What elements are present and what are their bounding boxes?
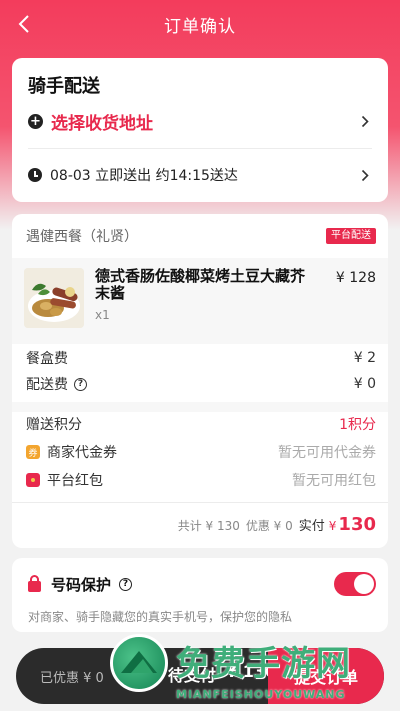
box-fee-row: 餐盒费 ¥ 2 bbox=[26, 348, 376, 368]
points-value: 1积分 bbox=[339, 417, 376, 433]
merchant-coupon-label-group: 券 商家代金券 bbox=[26, 442, 117, 462]
red-packet-label-group: 平台红包 bbox=[26, 470, 103, 490]
clock-icon bbox=[28, 168, 42, 182]
back-arrow-icon bbox=[18, 15, 29, 33]
merchant-coupon-label: 商家代金券 bbox=[47, 445, 117, 461]
food-image bbox=[24, 268, 84, 328]
lock-icon bbox=[28, 575, 41, 592]
order-summary: 共计 ¥ 130 优惠 ¥ 0 实付 ¥ 130 bbox=[172, 514, 376, 536]
actual-pay-value: 130 bbox=[338, 514, 376, 535]
actual-pay-label: 实付 bbox=[298, 519, 325, 534]
top-bar: 订单确认 bbox=[0, 0, 400, 48]
store-name: 遇健西餐（礼贤） bbox=[26, 229, 138, 245]
box-fee-value: ¥ 2 bbox=[353, 350, 376, 366]
red-packet-icon bbox=[26, 473, 40, 487]
saved-amount: 已优惠 ¥ 0 bbox=[40, 671, 104, 686]
back-button[interactable] bbox=[10, 10, 38, 38]
section-gap bbox=[12, 402, 388, 412]
delivery-fee-row: 配送费 ? ¥ 0 bbox=[26, 374, 376, 394]
privacy-description: 对商家、骑手隐藏您的真实手机号，保护您的隐私 bbox=[28, 610, 293, 624]
item-name: 德式香肠佐酸椰菜烤土豆大藏芥末酱 bbox=[95, 267, 306, 302]
actual-pay-currency: ¥ bbox=[328, 519, 337, 533]
points-label: 赠送积分 bbox=[26, 417, 82, 433]
checkout-bar: 已优惠 ¥ 0 待支付 ¥ 130 提交订单 bbox=[16, 648, 384, 704]
delivery-title: 骑手配送 bbox=[28, 76, 100, 97]
red-packet-row[interactable]: 平台红包 暂无可用红包 bbox=[26, 470, 376, 490]
points-row: 赠送积分 1积分 bbox=[26, 414, 376, 434]
delivery-fee-label-group: 配送费 ? bbox=[26, 374, 87, 394]
privacy-toggle[interactable] bbox=[334, 572, 376, 596]
discount-amount: 优惠 ¥ 0 bbox=[245, 519, 293, 533]
delivery-fee-label: 配送费 bbox=[26, 377, 68, 393]
chevron-right-icon bbox=[358, 168, 372, 182]
privacy-title-group: 号码保护 ? bbox=[28, 574, 133, 595]
platform-delivery-badge: 平台配送 bbox=[326, 228, 376, 244]
plus-icon: + bbox=[28, 113, 43, 129]
red-packet-label: 平台红包 bbox=[47, 473, 103, 489]
help-icon[interactable]: ? bbox=[74, 377, 87, 391]
order-card: 遇健西餐（礼贤） 平台配送 德式香肠佐酸椰菜烤土豆大藏芥末酱 x1 ¥ 128 … bbox=[12, 214, 388, 548]
divider bbox=[28, 148, 372, 149]
delivery-time-text: 08-03 立即送出 约14:15送达 bbox=[50, 168, 238, 184]
toggle-knob bbox=[354, 574, 374, 594]
delivery-card: 骑手配送 + 选择收货地址 08-03 立即送出 约14:15送达 bbox=[12, 58, 388, 202]
page-title: 订单确认 bbox=[164, 16, 236, 37]
coupon-icon: 券 bbox=[26, 445, 40, 459]
merchant-coupon-row[interactable]: 券 商家代金券 暂无可用代金券 bbox=[26, 442, 376, 462]
submit-order-button[interactable]: 提交订单 bbox=[268, 648, 384, 704]
item-price: ¥ 128 bbox=[335, 270, 376, 286]
red-packet-value: 暂无可用红包 bbox=[292, 473, 376, 489]
order-item: 德式香肠佐酸椰菜烤土豆大藏芥末酱 x1 ¥ 128 bbox=[12, 258, 388, 344]
delivery-fee-value: ¥ 0 bbox=[353, 376, 376, 392]
privacy-card: 号码保护 ? 对商家、骑手隐藏您的真实手机号，保护您的隐私 bbox=[12, 558, 388, 632]
pay-label: 待支付 bbox=[168, 666, 217, 685]
select-address-label: 选择收货地址 bbox=[51, 113, 153, 134]
help-icon[interactable]: ? bbox=[119, 578, 133, 591]
item-quantity: x1 bbox=[95, 308, 110, 322]
box-fee-label: 餐盒费 bbox=[26, 351, 68, 367]
select-address-row[interactable]: + 选择收货地址 bbox=[28, 108, 372, 134]
divider bbox=[12, 502, 388, 503]
chevron-right-icon bbox=[358, 114, 372, 128]
delivery-time-row[interactable]: 08-03 立即送出 约14:15送达 bbox=[28, 162, 372, 188]
merchant-coupon-value: 暂无可用代金券 bbox=[278, 445, 376, 461]
total-amount: 共计 ¥ 130 bbox=[177, 519, 240, 533]
privacy-title: 号码保护 bbox=[51, 576, 112, 594]
